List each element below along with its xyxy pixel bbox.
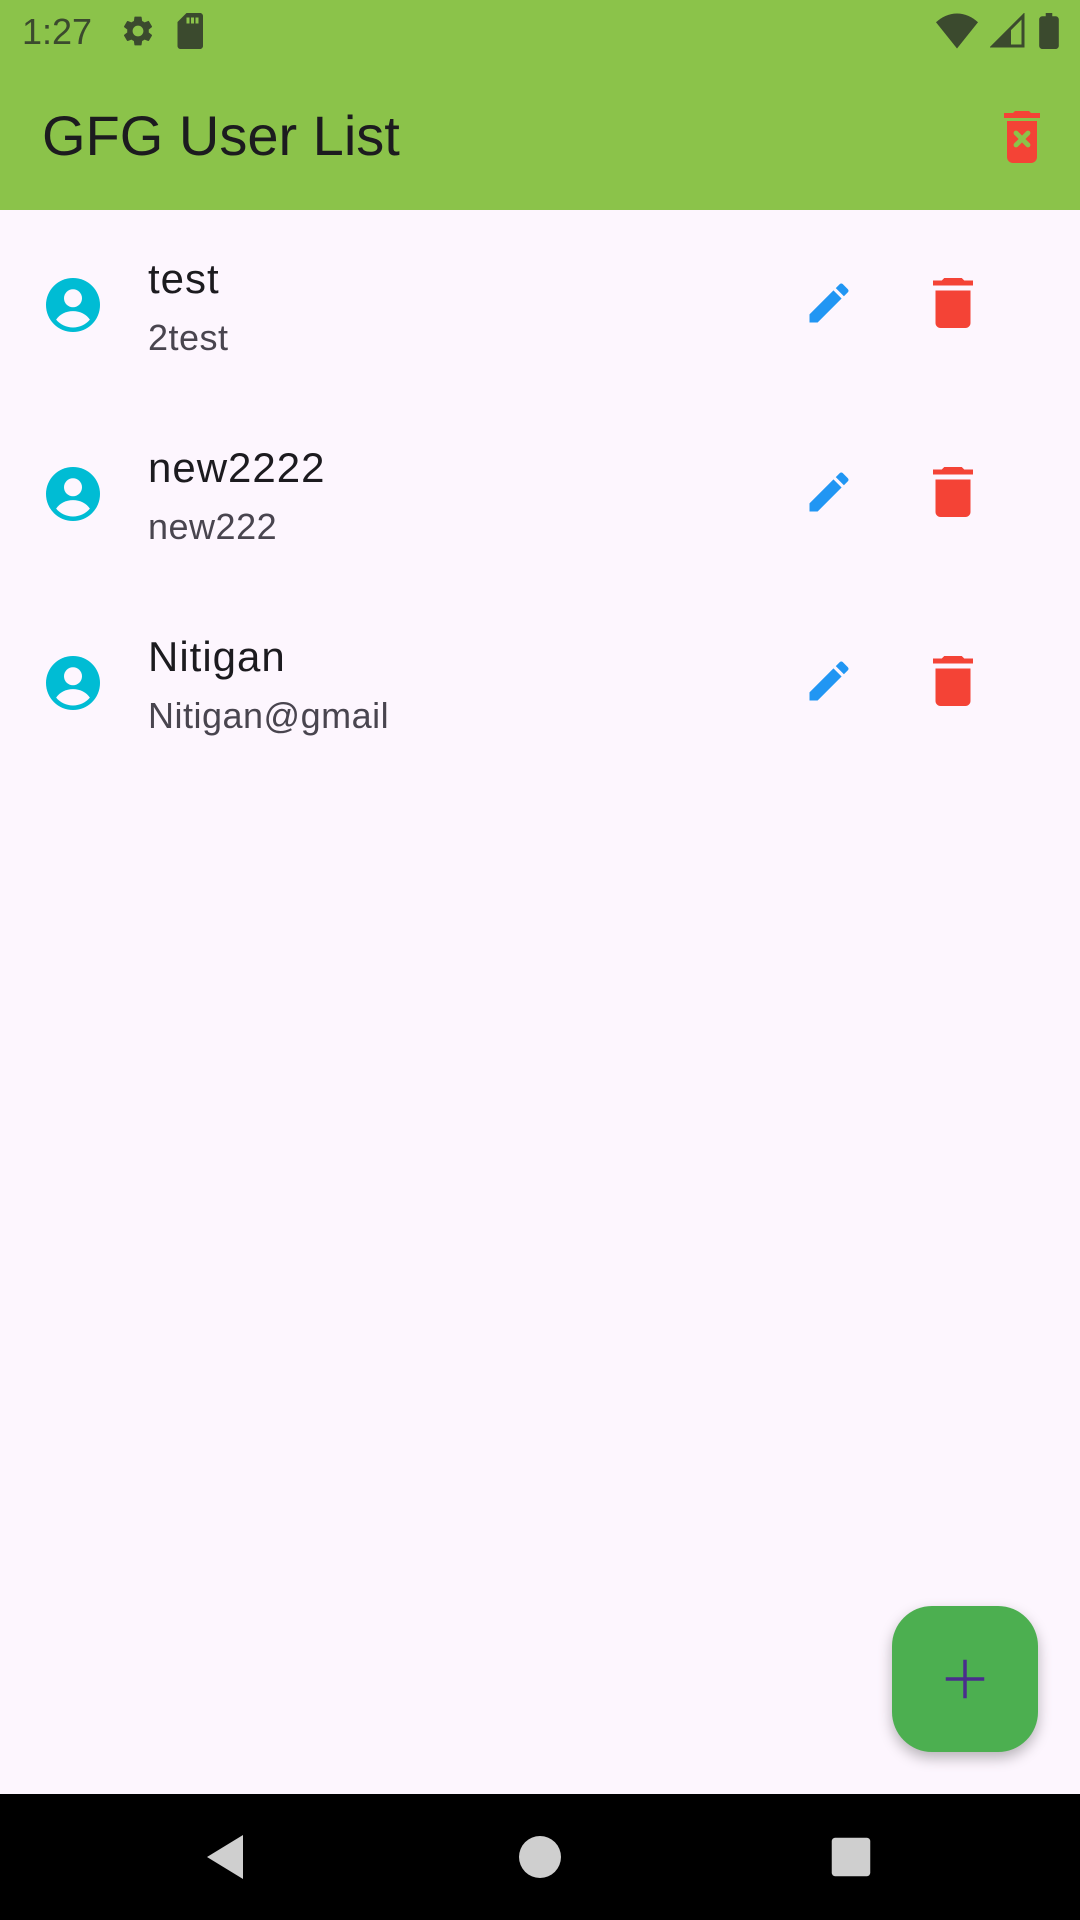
list-item[interactable]: new2222 new222: [0, 399, 1080, 588]
account-circle-icon: [46, 656, 100, 710]
account-circle-icon: [46, 278, 100, 332]
recents-icon: [831, 1837, 871, 1877]
delete-button[interactable]: [922, 650, 984, 712]
edit-button[interactable]: [798, 272, 860, 334]
edit-button[interactable]: [798, 461, 860, 523]
delete-forever-icon: [1004, 111, 1040, 163]
recents-button[interactable]: [818, 1824, 884, 1890]
user-subtitle: 2test: [148, 317, 229, 358]
account-circle-icon: [46, 467, 100, 521]
edit-icon: [809, 283, 849, 323]
status-left-icons: [120, 12, 206, 50]
home-button[interactable]: [507, 1824, 573, 1890]
status-bar: 1:27: [0, 0, 1080, 63]
plus-icon: [945, 1659, 985, 1699]
user-name: new2222: [148, 444, 326, 491]
delete-icon: [933, 656, 973, 706]
page-title: GFG User List: [42, 104, 400, 167]
delete-icon: [933, 467, 973, 517]
delete-icon: [933, 278, 973, 328]
back-icon: [207, 1835, 243, 1879]
back-button[interactable]: [192, 1824, 258, 1890]
user-name: test: [148, 255, 220, 302]
add-user-button[interactable]: [892, 1606, 1038, 1752]
cell-signal-icon: [990, 13, 1025, 48]
user-list: test 2test new2222 new222 Nitigan Nitiga…: [0, 210, 1080, 777]
sd-card-icon: [177, 13, 203, 49]
edit-button[interactable]: [798, 650, 860, 712]
wifi-icon: [936, 13, 978, 49]
edit-icon: [809, 472, 849, 512]
app-bar: GFG User List: [0, 63, 1080, 210]
status-time: 1:27: [22, 11, 93, 52]
user-subtitle: new222: [148, 506, 278, 547]
list-item[interactable]: Nitigan Nitigan@gmail: [0, 588, 1080, 777]
edit-icon: [809, 661, 849, 701]
user-name: Nitigan: [148, 633, 286, 680]
system-nav-bar: [0, 1794, 1080, 1920]
delete-button[interactable]: [922, 461, 984, 523]
status-right-icons: [936, 12, 1060, 50]
user-subtitle: Nitigan@gmail: [148, 695, 390, 736]
delete-all-button[interactable]: [990, 105, 1054, 169]
battery-icon: [1039, 13, 1059, 49]
home-icon: [519, 1836, 561, 1878]
gear-icon: [123, 16, 153, 46]
delete-button[interactable]: [922, 272, 984, 334]
list-item[interactable]: test 2test: [0, 210, 1080, 399]
